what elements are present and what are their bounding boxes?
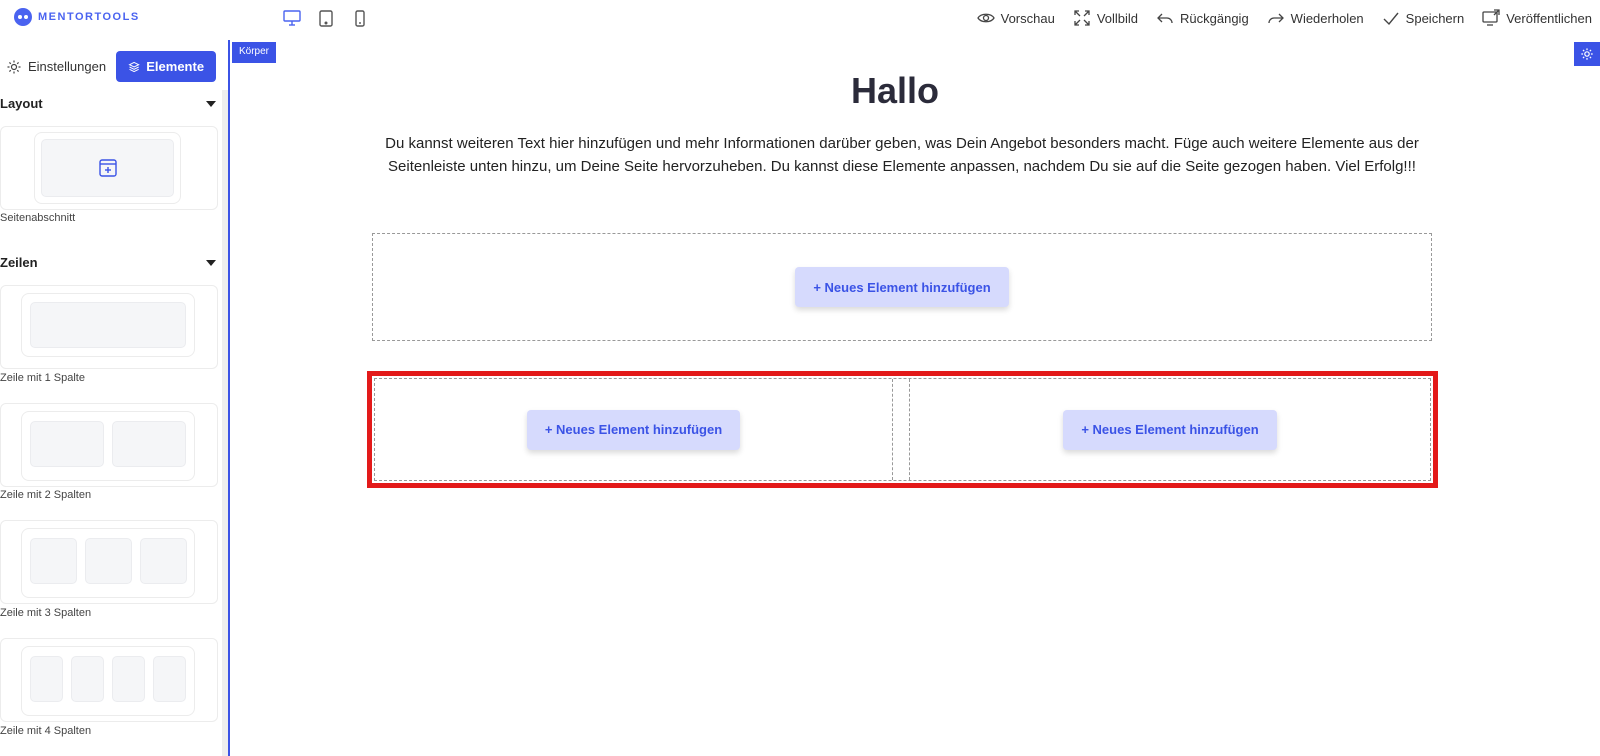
mobile-icon[interactable]: [350, 8, 370, 28]
add-section-icon: [98, 159, 117, 177]
card-label-row-3: Zeile mit 3 Spalten: [0, 607, 92, 619]
fullscreen-button[interactable]: Vollbild: [1073, 8, 1138, 28]
column-box: [112, 421, 186, 467]
card-preview: [21, 411, 195, 481]
element-card-row-4[interactable]: [0, 638, 218, 722]
card-preview-box: [41, 139, 174, 197]
device-switcher: [282, 8, 370, 28]
tab-elements[interactable]: Elemente: [116, 51, 217, 82]
editor-canvas[interactable]: Körper Hallo Du kannst weiteren Text hie…: [232, 40, 1600, 756]
sidebar-tabs: Einstellungen Elemente: [6, 51, 217, 82]
tab-elements-label: Elemente: [146, 59, 205, 74]
card-label-row-4: Zeile mit 4 Spalten: [0, 725, 92, 737]
preview-button[interactable]: Vorschau: [976, 8, 1055, 28]
element-card-row-1[interactable]: [0, 285, 218, 369]
column-box: [30, 656, 63, 702]
card-label-row-1: Zeile mit 1 Spalte: [0, 372, 85, 384]
canvas-settings-button[interactable]: [1574, 42, 1600, 66]
sidebar-scrollbar[interactable]: [222, 90, 228, 756]
column-box: [85, 538, 132, 584]
card-preview: [21, 646, 195, 716]
row-two-columns-highlighted[interactable]: + Neues Element hinzufügen + Neues Eleme…: [367, 371, 1438, 488]
body-tag[interactable]: Körper: [232, 42, 277, 63]
save-button[interactable]: Speichern: [1382, 8, 1465, 28]
page-headline[interactable]: Hallo: [232, 70, 1558, 112]
element-card-row-3[interactable]: [0, 520, 218, 604]
tab-settings[interactable]: Einstellungen: [6, 59, 106, 75]
layers-icon: [128, 61, 140, 72]
row-single-column[interactable]: + Neues Element hinzufügen: [372, 233, 1432, 341]
section-layout-header[interactable]: Layout: [0, 96, 220, 111]
caret-down-icon: [206, 259, 216, 266]
section-rows-title: Zeilen: [0, 255, 38, 270]
preview-label: Vorschau: [1000, 10, 1055, 26]
column-box: [30, 538, 77, 584]
check-icon: [1383, 12, 1399, 26]
card-preview: [34, 132, 181, 204]
card-preview: [21, 293, 195, 357]
caret-down-icon: [206, 100, 216, 107]
fullscreen-label: Vollbild: [1096, 10, 1139, 26]
column-box: [30, 421, 104, 467]
save-label: Speichern: [1405, 10, 1465, 26]
element-card-section[interactable]: [0, 126, 218, 210]
logo-icon: [14, 8, 32, 26]
add-element-button[interactable]: + Neues Element hinzufügen: [1063, 409, 1277, 450]
expand-icon: [1074, 10, 1090, 26]
sidebar: Einstellungen Elemente Layout Seitenabsc…: [0, 40, 230, 756]
undo-button[interactable]: Rückgängig: [1156, 8, 1249, 28]
element-card-row-2[interactable]: [0, 403, 218, 487]
redo-label: Wiederholen: [1290, 10, 1364, 26]
column-box: [30, 302, 186, 348]
card-preview: [21, 528, 195, 598]
card-label-row-2: Zeile mit 2 Spalten: [0, 489, 92, 501]
eye-icon: [976, 13, 995, 23]
row-two-columns-inner: + Neues Element hinzufügen + Neues Eleme…: [374, 378, 1431, 481]
card-label-section: Seitenabschnitt: [0, 212, 76, 224]
undo-icon: [1157, 13, 1173, 24]
column-box: [112, 656, 145, 702]
desktop-icon[interactable]: [282, 8, 302, 28]
column-box: [153, 656, 186, 702]
tab-settings-label: Einstellungen: [28, 59, 107, 74]
column-right[interactable]: + Neues Element hinzufügen: [910, 379, 1430, 480]
redo-icon: [1268, 13, 1284, 24]
page-paragraph[interactable]: Du kannst weiteren Text hier hinzufügen …: [370, 132, 1434, 178]
column-box: [71, 656, 104, 702]
publish-label: Veröffentlichen: [1506, 10, 1592, 26]
add-element-button[interactable]: + Neues Element hinzufügen: [795, 267, 1009, 307]
section-layout-title: Layout: [0, 96, 43, 111]
add-element-button[interactable]: + Neues Element hinzufügen: [526, 409, 741, 450]
top-toolbar: MENTORTOOLS Vorschau Vollbild Rückgängig…: [0, 0, 1600, 40]
undo-label: Rückgängig: [1180, 10, 1249, 26]
gear-icon: [7, 60, 21, 73]
tablet-icon[interactable]: [316, 8, 336, 28]
publish-button[interactable]: Veröffentlichen: [1482, 8, 1592, 28]
brand-logo[interactable]: MENTORTOOLS: [14, 8, 140, 26]
gear-icon: [1581, 48, 1593, 60]
redo-button[interactable]: Wiederholen: [1267, 8, 1364, 28]
column-gutter: [893, 379, 910, 480]
brand-name: MENTORTOOLS: [38, 11, 140, 23]
publish-icon: [1482, 9, 1500, 26]
column-box: [140, 538, 187, 584]
section-rows-header[interactable]: Zeilen: [0, 255, 220, 270]
column-left[interactable]: + Neues Element hinzufügen: [375, 379, 893, 480]
action-bar: Vorschau Vollbild Rückgängig Wiederholen…: [976, 8, 1592, 28]
